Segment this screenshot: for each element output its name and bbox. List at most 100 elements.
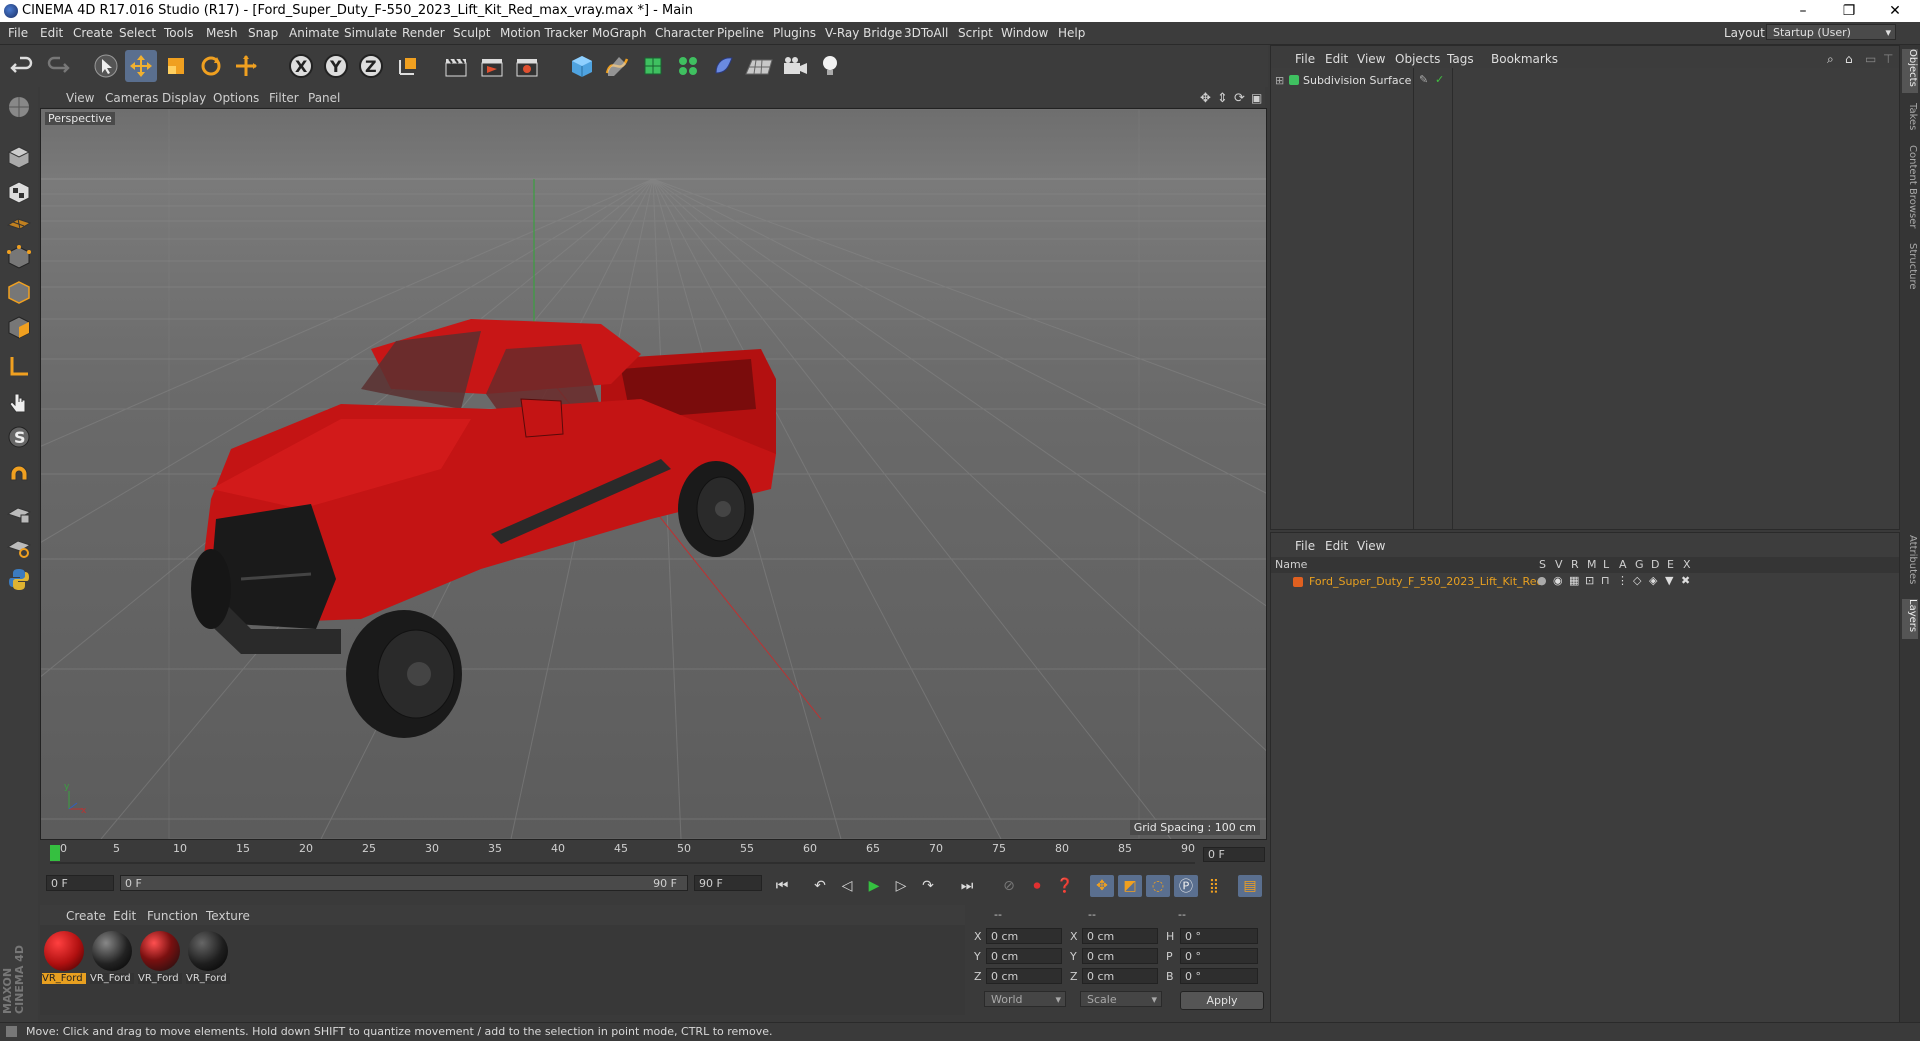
tab-content-browser[interactable]: Content Browser (1902, 145, 1918, 235)
objects-menu-objects[interactable]: Objects (1395, 52, 1440, 66)
viewport-rotate-icon[interactable]: ⟳ (1234, 91, 1245, 106)
end-frame-field[interactable]: 90 F (694, 875, 762, 891)
frame-range-slider[interactable]: 0 F 90 F (120, 875, 688, 891)
viewport-menu-view[interactable]: View (66, 91, 94, 105)
solo-mode-button[interactable]: S (3, 421, 35, 453)
menu-sculpt[interactable]: Sculpt (453, 26, 490, 40)
tab-takes[interactable]: Takes (1902, 103, 1918, 135)
column-expressions[interactable]: E (1667, 558, 1674, 571)
column-animation[interactable]: A (1619, 558, 1627, 571)
axis-mode-button[interactable] (3, 351, 35, 383)
menu-pipeline[interactable]: Pipeline (717, 26, 764, 40)
points-mode-button[interactable] (3, 241, 35, 273)
menu-plugins[interactable]: Plugins (773, 26, 816, 40)
menu-script[interactable]: Script (958, 26, 993, 40)
render-icon[interactable]: ▦ (1569, 574, 1579, 587)
coordinate-system-button[interactable] (392, 50, 424, 82)
render-settings-button[interactable] (511, 50, 543, 82)
python-script-button[interactable] (3, 563, 35, 595)
rot-h-field[interactable]: 0 ° (1180, 928, 1258, 944)
key-scale-button[interactable]: ◩ (1118, 875, 1142, 897)
add-deformer-button[interactable] (708, 50, 740, 82)
column-divider[interactable] (1413, 68, 1414, 529)
deformer-icon[interactable]: ◈ (1649, 574, 1657, 587)
column-locked[interactable]: L (1603, 558, 1609, 571)
menu-mesh[interactable]: Mesh (206, 26, 238, 40)
step-forward-button[interactable]: ▷ (889, 875, 913, 897)
go-to-end-button[interactable]: ⏭ (955, 875, 979, 897)
material-item[interactable]: VR_Ford (138, 929, 182, 987)
key-position-button[interactable]: ✥ (1090, 875, 1114, 897)
column-manager[interactable]: M (1587, 558, 1597, 571)
layout-select[interactable]: Startup (User) ▾ (1766, 24, 1896, 40)
maximize-button[interactable]: ❐ (1826, 0, 1872, 22)
collapse-icon[interactable]: ▭ (1865, 52, 1876, 66)
tab-structure[interactable]: Structure (1902, 243, 1918, 295)
go-to-start-button[interactable]: ⏮ (770, 875, 794, 897)
column-divider[interactable] (1452, 68, 1453, 529)
menu-simulate[interactable]: Simulate (344, 26, 397, 40)
eye-icon[interactable]: ◉ (1553, 574, 1563, 587)
step-back-button[interactable]: ◁ (835, 875, 859, 897)
pos-y-field[interactable]: 0 cm (986, 948, 1062, 964)
manager-icon[interactable]: ⊡ (1585, 574, 1594, 587)
add-cube-button[interactable] (566, 50, 598, 82)
rot-p-field[interactable]: 0 ° (1180, 948, 1258, 964)
viewport-menu-filter[interactable]: Filter (269, 91, 299, 105)
objects-menu-view[interactable]: View (1357, 52, 1385, 66)
coordinate-space-select[interactable]: World ▾ (984, 991, 1066, 1007)
rot-b-field[interactable]: 0 ° (1180, 968, 1258, 984)
solo-dot-icon[interactable]: ● (1537, 574, 1547, 587)
menu-mograph[interactable]: MoGraph (592, 26, 647, 40)
add-camera-button[interactable] (779, 50, 811, 82)
go-to-previous-key-button[interactable]: ↶ (808, 875, 832, 897)
autokey-button[interactable]: ⏺ (1025, 875, 1049, 897)
x-axis-lock-button[interactable]: X (285, 50, 317, 82)
make-editable-button[interactable] (3, 91, 35, 123)
menu-window[interactable]: Window (1001, 26, 1048, 40)
key-parameter-button[interactable]: Ⓟ (1174, 875, 1198, 897)
pos-z-field[interactable]: 0 cm (986, 968, 1062, 984)
record-keys-button[interactable]: ⊘ (997, 875, 1021, 897)
menu-motion-tracker[interactable]: Motion Tracker (500, 26, 588, 40)
menu-vray-bridge[interactable]: V-Ray Bridge (825, 26, 902, 40)
playhead[interactable] (50, 845, 60, 861)
start-frame-field[interactable]: 0 F (46, 875, 114, 891)
column-solo[interactable]: S (1539, 558, 1546, 571)
objects-menu-edit[interactable]: Edit (1325, 52, 1348, 66)
check-icon[interactable]: ✓ (1435, 73, 1444, 86)
undo-button[interactable] (6, 50, 38, 82)
column-render[interactable]: R (1571, 558, 1579, 571)
add-generator-button[interactable] (637, 50, 669, 82)
add-mograph-button[interactable] (672, 50, 704, 82)
objects-menu-bookmarks[interactable]: Bookmarks (1491, 52, 1558, 66)
timeline-window-button[interactable]: ▤ (1238, 875, 1262, 897)
layer-row[interactable]: Ford_Super_Duty_F_550_2023_Lift_Kit_Red … (1271, 574, 1899, 590)
expand-panel-icon[interactable]: ⊤ (1883, 52, 1893, 66)
column-visible[interactable]: V (1555, 558, 1563, 571)
tab-objects[interactable]: Objects (1902, 49, 1918, 93)
viewport-menu-panel[interactable]: Panel (308, 91, 340, 105)
keyframe-selection-button[interactable]: ❓ (1053, 875, 1077, 897)
material-menu-edit[interactable]: Edit (113, 909, 136, 923)
menu-create[interactable]: Create (73, 26, 113, 40)
menu-render[interactable]: Render (402, 26, 445, 40)
lock-icon[interactable]: ⊓ (1601, 574, 1610, 587)
menu-file[interactable]: File (8, 26, 28, 40)
size-y-field[interactable]: 0 cm (1082, 948, 1158, 964)
grid-snap-button[interactable] (3, 530, 35, 562)
viewport-menu-cameras[interactable]: Cameras (105, 91, 158, 105)
timeline-ruler[interactable]: 0 5 10 15 20 25 30 35 40 45 50 55 60 65 … (40, 842, 1265, 864)
edit-tag-icon[interactable]: ✎ (1419, 73, 1428, 86)
material-menu-texture[interactable]: Texture (206, 909, 250, 923)
size-x-field[interactable]: 0 cm (1082, 928, 1158, 944)
search-icon[interactable]: ⌕ (1827, 52, 1834, 67)
xref-icon[interactable]: ✖ (1681, 574, 1690, 587)
expand-toggle-icon[interactable]: ⊞ (1275, 74, 1284, 87)
column-deformers[interactable]: D (1651, 558, 1659, 571)
workplane-mode-button[interactable] (3, 206, 35, 238)
layers-menu-view[interactable]: View (1357, 539, 1385, 553)
viewport-dolly-icon[interactable]: ⇕ (1217, 91, 1228, 106)
menu-snap[interactable]: Snap (248, 26, 278, 40)
key-rotation-button[interactable]: ◌ (1146, 875, 1170, 897)
